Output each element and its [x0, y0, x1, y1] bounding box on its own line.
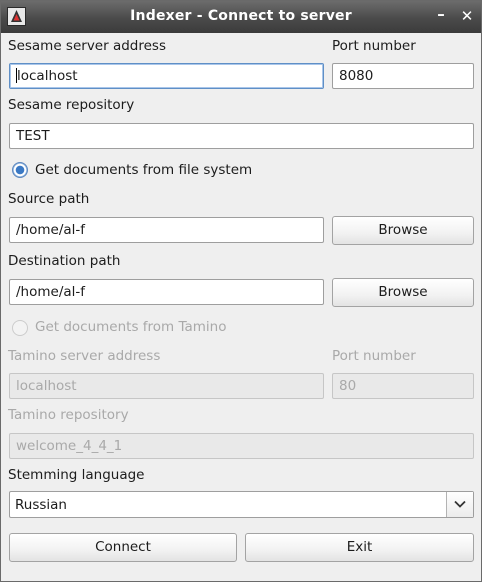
title-bar[interactable]: Indexer - Connect to server – ✕	[1, 1, 481, 33]
sesame-port-label: Port number	[332, 38, 416, 54]
sesame-server-input[interactable]: localhost	[9, 63, 324, 89]
sesame-repo-label: Sesame repository	[8, 97, 135, 113]
tamino-port-input[interactable]: 80	[332, 373, 474, 399]
connect-button[interactable]: Connect	[9, 533, 237, 562]
source-browse-button[interactable]: Browse	[332, 216, 474, 245]
tamino-server-label: Tamino server address	[8, 348, 161, 364]
stemming-label: Stemming language	[8, 467, 145, 483]
sesame-port-input[interactable]: 8080	[332, 63, 474, 89]
dest-path-label: Destination path	[8, 253, 121, 269]
source-path-input[interactable]: /home/al-f	[9, 217, 324, 243]
tamino-repo-input[interactable]: welcome_4_4_1	[9, 433, 474, 459]
connect-dialog: Indexer - Connect to server – ✕ Sesame s…	[0, 0, 482, 582]
minimize-icon[interactable]: –	[432, 5, 450, 23]
stemming-selected-value: Russian	[15, 497, 67, 513]
chevron-down-icon[interactable]	[446, 492, 473, 517]
filesystem-radio[interactable]	[12, 162, 28, 178]
filesystem-radio-label[interactable]: Get documents from file system	[35, 162, 252, 178]
stemming-language-select[interactable]: Russian	[9, 491, 474, 518]
sesame-server-value: localhost	[17, 68, 78, 84]
sesame-server-label: Sesame server address	[8, 38, 166, 54]
tamino-radio-label[interactable]: Get documents from Tamino	[35, 319, 227, 335]
exit-button[interactable]: Exit	[245, 533, 474, 562]
dest-path-input[interactable]: /home/al-f	[9, 279, 324, 305]
source-path-label: Source path	[8, 191, 90, 207]
close-icon[interactable]: ✕	[458, 7, 476, 25]
tamino-server-input[interactable]: localhost	[9, 373, 324, 399]
tamino-port-label: Port number	[332, 348, 416, 364]
sesame-repo-input[interactable]: TEST	[9, 123, 474, 149]
tamino-radio[interactable]	[12, 320, 28, 336]
tamino-repo-label: Tamino repository	[8, 407, 129, 423]
window-title: Indexer - Connect to server	[130, 8, 352, 24]
dest-browse-button[interactable]: Browse	[332, 278, 474, 307]
